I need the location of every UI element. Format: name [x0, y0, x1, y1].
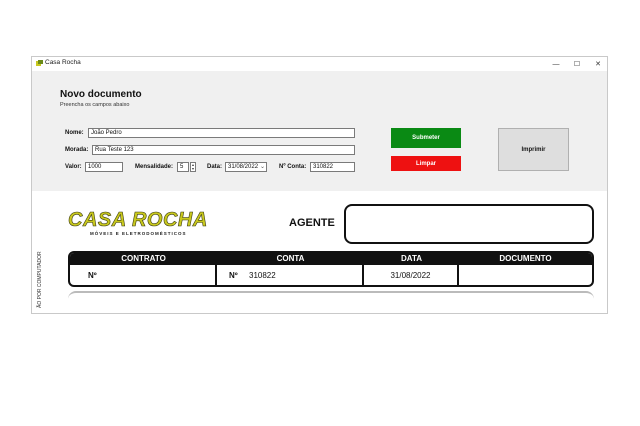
valor-label: Valor:	[65, 164, 82, 170]
document-table: CONTRATO CONTA DATA DOCUMENTO Nº Nº 3108…	[68, 251, 594, 287]
form-subtitle: Preencha os campos abaixo	[60, 102, 130, 108]
header-conta: CONTA	[276, 254, 305, 263]
maximize-button[interactable]: ☐	[567, 57, 587, 71]
conta-label: Nº Conta:	[279, 164, 307, 170]
table-header: CONTRATO CONTA DATA DOCUMENTO	[70, 253, 592, 265]
window-title: Casa Rocha	[45, 59, 81, 66]
morada-label: Morada:	[65, 147, 89, 153]
clear-button[interactable]: Limpar	[391, 156, 461, 171]
contrato-prefix: Nº	[88, 271, 97, 280]
mensalidade-label: Mensalidade:	[135, 164, 174, 170]
cell-documento	[459, 265, 592, 285]
minimize-button[interactable]: —	[546, 57, 566, 71]
conta-input[interactable]: 310822	[310, 162, 355, 172]
logo-tagline: MÓVEIS E ELETRODOMÉSTICOS	[90, 231, 187, 236]
casa-rocha-logo: CASA ROCHA	[68, 209, 208, 232]
form-panel: Novo documento Preencha os campos abaixo…	[32, 71, 607, 191]
table-row: Nº Nº 310822 31/08/2022	[70, 265, 592, 285]
form-title: Novo documento	[60, 89, 142, 100]
header-documento: DOCUMENTO	[499, 254, 552, 263]
conta-prefix: Nº	[229, 271, 238, 280]
chevron-down-icon[interactable]: ⌄	[260, 163, 265, 170]
agent-box	[344, 204, 594, 244]
mensalidade-stepper[interactable]: ▴ ▾	[190, 162, 196, 172]
app-logo-icon	[36, 60, 43, 66]
app-window: Casa Rocha — ☐ ✕ Novo documento Preencha…	[31, 56, 608, 314]
submit-button[interactable]: Submeter	[391, 128, 461, 148]
valor-input[interactable]: 1000	[85, 162, 123, 172]
nome-input[interactable]: João Pedro	[88, 128, 355, 138]
nome-label: Nome:	[65, 130, 84, 136]
conta-value: 310822	[249, 271, 276, 280]
table-lower-border	[68, 291, 594, 305]
side-caption: ÃO POR COMPUTADOR	[37, 251, 43, 308]
agent-label: AGENTE	[289, 217, 335, 229]
mensalidade-input[interactable]: 5	[177, 162, 189, 172]
morada-input[interactable]: Rua Teste 123	[92, 145, 355, 155]
title-bar: Casa Rocha — ☐ ✕	[32, 57, 607, 71]
header-contrato: CONTRATO	[121, 254, 166, 263]
document-preview: ÃO POR COMPUTADOR CASA ROCHA MÓVEIS E EL…	[32, 191, 607, 313]
cell-data: 31/08/2022	[364, 265, 459, 285]
data-label: Data:	[207, 164, 223, 170]
header-data: DATA	[400, 254, 423, 263]
close-button[interactable]: ✕	[588, 57, 607, 71]
print-button[interactable]: Imprimir	[498, 128, 569, 171]
cell-contrato: Nº	[70, 265, 217, 285]
cell-conta: Nº 310822	[217, 265, 364, 285]
